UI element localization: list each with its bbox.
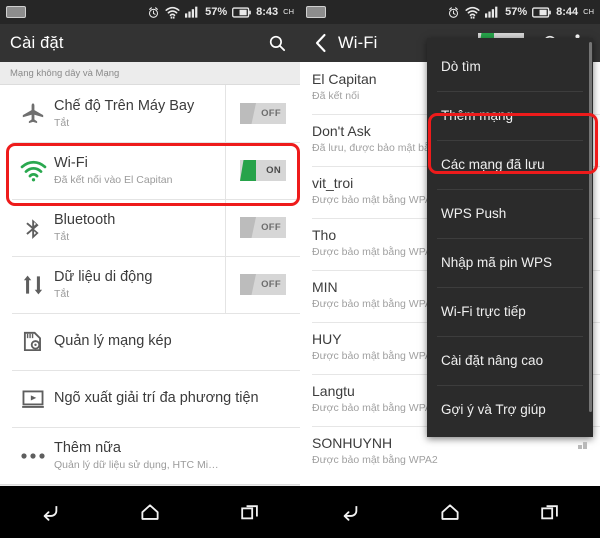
recent-apps-icon[interactable] bbox=[227, 494, 273, 530]
battery-percent-label: 57% bbox=[505, 5, 528, 18]
airplane-icon bbox=[12, 101, 54, 127]
home-icon[interactable] bbox=[127, 494, 173, 530]
back-icon[interactable] bbox=[327, 494, 373, 530]
bluetooth-icon bbox=[12, 215, 54, 241]
wifi-icon bbox=[165, 6, 180, 19]
settings-row-wifi[interactable]: Wi-Fi Đã kết nối vào El Capitan ON bbox=[0, 142, 300, 199]
more-dots-icon bbox=[12, 451, 54, 461]
settings-row-mobile-data[interactable]: Dữ liệu di động Tắt OFF bbox=[0, 256, 300, 313]
row-title: Dữ liệu di động bbox=[54, 268, 153, 285]
menu-item-saved-networks[interactable]: Các mạng đã lưu bbox=[427, 140, 593, 189]
alarm-clock-icon bbox=[449, 6, 459, 18]
network-status: Được bảo mật bằng WPA2 bbox=[312, 454, 438, 467]
back-arrow-icon[interactable] bbox=[310, 30, 332, 56]
menu-item-advanced[interactable]: Cài đặt nâng cao bbox=[427, 336, 593, 385]
recent-apps-icon[interactable] bbox=[527, 494, 573, 530]
signal-bars-icon bbox=[185, 6, 198, 18]
meridiem-label: CH bbox=[583, 7, 594, 17]
mobile-data-icon bbox=[12, 272, 54, 298]
airplane-toggle[interactable]: OFF bbox=[240, 103, 286, 124]
resize-grip-icon bbox=[578, 439, 590, 449]
right-status-bar: 57% 8:44 CH bbox=[300, 0, 600, 24]
meridiem-label: CH bbox=[283, 7, 294, 17]
toggle-label: OFF bbox=[261, 108, 281, 119]
left-status-bar: 57% 8:43 CH bbox=[0, 0, 300, 24]
menu-scrollbar[interactable] bbox=[589, 42, 592, 412]
settings-row-more[interactable]: Thêm nữa Quản lý dữ liệu sử dụng, HTC Mi… bbox=[0, 427, 300, 484]
row-subtitle: Tắt bbox=[54, 230, 70, 243]
back-icon[interactable] bbox=[27, 494, 73, 530]
row-subtitle: Tắt bbox=[54, 116, 70, 129]
battery-percent-label: 57% bbox=[205, 5, 228, 18]
row-title: Chế độ Trên Máy Bay bbox=[54, 97, 195, 114]
row-title: Thêm nữa bbox=[54, 439, 121, 456]
section-header-wireless: Mạng không dây và Mạng bbox=[0, 62, 300, 85]
settings-row-dual-network[interactable]: Quản lý mạng kép bbox=[0, 313, 300, 370]
left-phone-panel: 57% 8:43 CH Cài đặt Mạng không dây và Mạ… bbox=[0, 0, 300, 538]
page-title: Wi-Fi bbox=[338, 33, 378, 52]
search-icon[interactable] bbox=[264, 30, 290, 56]
home-icon[interactable] bbox=[427, 494, 473, 530]
right-navigation-bar bbox=[300, 486, 600, 538]
keyboard-icon bbox=[6, 6, 26, 18]
bluetooth-toggle[interactable]: OFF bbox=[240, 217, 286, 238]
dual-sim-icon bbox=[12, 329, 54, 355]
toggle-label: ON bbox=[266, 165, 281, 176]
row-title: Bluetooth bbox=[54, 211, 116, 228]
right-phone-panel: 57% 8:44 CH Wi-Fi ON bbox=[300, 0, 600, 538]
overflow-dropdown-menu: Dò tìm Thêm mạng Các mạng đã lưu WPS Pus… bbox=[427, 38, 593, 449]
menu-item-add-network[interactable]: Thêm mạng bbox=[427, 91, 593, 140]
row-title: Quản lý mạng kép bbox=[54, 333, 172, 350]
row-subtitle: Đã kết nối vào El Capitan bbox=[54, 173, 173, 186]
settings-row-bluetooth[interactable]: Bluetooth Tắt OFF bbox=[0, 199, 300, 256]
page-title: Cài đặt bbox=[10, 33, 64, 52]
alarm-clock-icon bbox=[149, 6, 159, 18]
settings-app-bar: Cài đặt bbox=[0, 24, 300, 62]
battery-icon bbox=[232, 6, 251, 18]
toggle-label: OFF bbox=[261, 222, 281, 233]
wifi-toggle[interactable]: ON bbox=[240, 160, 286, 181]
battery-icon bbox=[532, 6, 551, 18]
menu-item-wps-pin[interactable]: Nhập mã pin WPS bbox=[427, 238, 593, 287]
clock-label: 8:43 bbox=[256, 5, 279, 18]
signal-bars-icon bbox=[485, 6, 498, 18]
toggle-label: OFF bbox=[261, 279, 281, 290]
row-subtitle: Tắt bbox=[54, 287, 70, 300]
screenshot-root: 57% 8:43 CH Cài đặt Mạng không dây và Mạ… bbox=[0, 0, 600, 538]
settings-row-airplane[interactable]: Chế độ Trên Máy Bay Tắt OFF bbox=[0, 85, 300, 142]
settings-row-media-output[interactable]: Ngõ xuất giải trí đa phương tiện bbox=[0, 370, 300, 427]
menu-item-scan[interactable]: Dò tìm bbox=[427, 42, 593, 91]
left-navigation-bar bbox=[0, 486, 300, 538]
menu-item-help[interactable]: Gợi ý và Trợ giúp bbox=[427, 385, 593, 434]
network-name: SONHUYNH bbox=[312, 435, 393, 451]
row-title: Wi-Fi bbox=[54, 154, 88, 171]
menu-item-wps-push[interactable]: WPS Push bbox=[427, 189, 593, 238]
clock-label: 8:44 bbox=[556, 5, 579, 18]
media-output-icon bbox=[12, 386, 54, 412]
keyboard-icon bbox=[306, 6, 326, 18]
wifi-icon bbox=[465, 6, 480, 19]
row-title: Ngõ xuất giải trí đa phương tiện bbox=[54, 390, 259, 407]
row-subtitle: Quản lý dữ liệu sử dụng, HTC Mini+, NFC.… bbox=[54, 458, 222, 471]
mobile-data-toggle[interactable]: OFF bbox=[240, 274, 286, 295]
menu-item-wifi-direct[interactable]: Wi-Fi trực tiếp bbox=[427, 287, 593, 336]
wifi-icon bbox=[12, 160, 54, 182]
